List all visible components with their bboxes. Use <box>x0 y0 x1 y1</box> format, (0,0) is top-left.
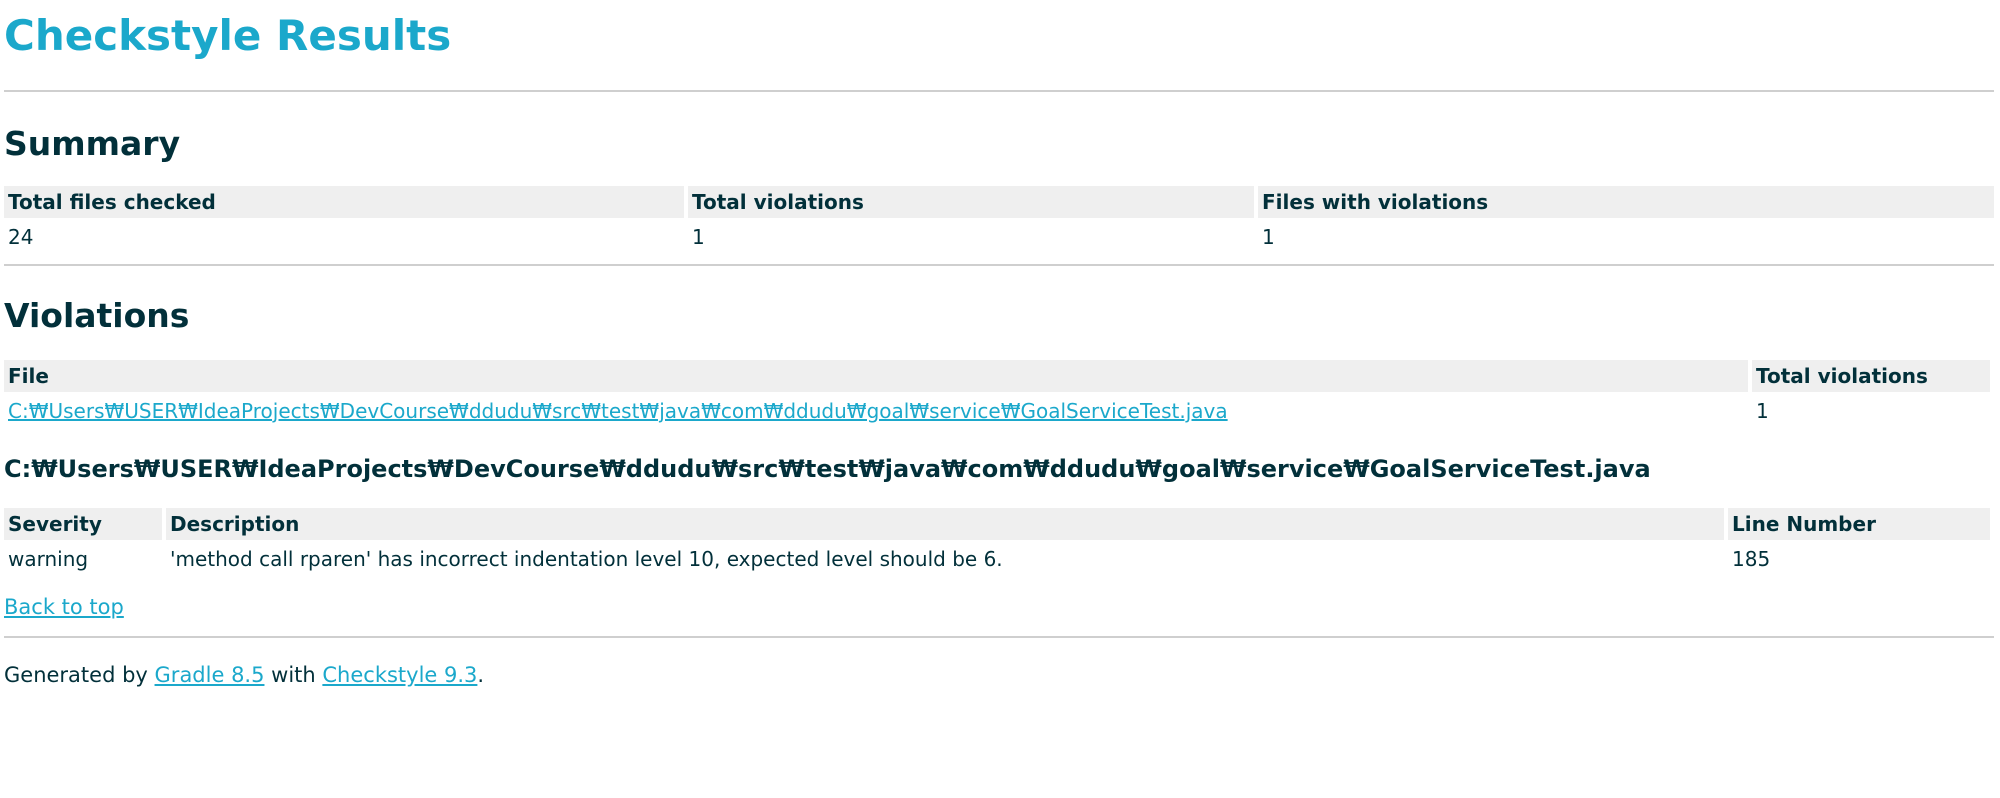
violations-header-row: File Total violations <box>4 360 1990 392</box>
back-to-top-link[interactable]: Back to top <box>4 592 1996 622</box>
line-number-cell: 185 <box>1732 547 1771 571</box>
summary-header-files-with-violations: Files with violations <box>1258 186 1994 218</box>
summary-header-row: Total files checked Total violations Fil… <box>4 186 1994 218</box>
checkstyle-link[interactable]: Checkstyle 9.3 <box>322 663 477 687</box>
file-detail-heading: C:₩Users₩USER₩IdeaProjects₩DevCourse₩ddu… <box>4 455 1651 483</box>
report-page: Checkstyle Results Summary Total files c… <box>0 0 2000 798</box>
divider <box>4 636 1994 638</box>
violations-header-file: File <box>4 360 1748 392</box>
file-detail-table: Severity Description Line Number warning… <box>0 506 1994 578</box>
footer-middle: with <box>264 663 323 687</box>
description-cell: 'method call rparen' has incorrect inden… <box>170 547 1003 571</box>
divider <box>4 90 1994 92</box>
file-link[interactable]: C:₩Users₩USER₩IdeaProjects₩DevCourse₩ddu… <box>8 399 1228 423</box>
detail-header-line-number: Line Number <box>1728 508 1990 540</box>
page-title: Checkstyle Results <box>4 11 452 60</box>
table-row: warning 'method call rparen' has incorre… <box>4 542 1990 576</box>
summary-total-files-value: 24 <box>8 225 34 249</box>
footer: Generated by Gradle 8.5 with Checkstyle … <box>4 660 1996 690</box>
footer-suffix: . <box>477 663 485 687</box>
detail-header-description: Description <box>166 508 1724 540</box>
file-cell: C:₩Users₩USER₩IdeaProjects₩DevCourse₩ddu… <box>4 394 1748 428</box>
gradle-link[interactable]: Gradle 8.5 <box>155 663 265 687</box>
summary-header-total-violations: Total violations <box>688 186 1254 218</box>
divider <box>4 264 1994 266</box>
severity-cell: warning <box>8 547 89 571</box>
violations-heading: Violations <box>4 296 190 335</box>
summary-files-with-violations-value: 1 <box>1262 225 1275 249</box>
summary-total-violations-value: 1 <box>692 225 705 249</box>
summary-row: 24 1 1 <box>4 220 1994 254</box>
footer-prefix: Generated by <box>4 663 155 687</box>
summary-table: Total files checked Total violations Fil… <box>0 184 1998 256</box>
violations-table: File Total violations C:₩Users₩USER₩Idea… <box>0 358 1994 430</box>
summary-header-total-files: Total files checked <box>4 186 684 218</box>
detail-header-severity: Severity <box>4 508 162 540</box>
file-total-violations: 1 <box>1756 399 1769 423</box>
violations-header-total: Total violations <box>1752 360 1990 392</box>
detail-header-row: Severity Description Line Number <box>4 508 1990 540</box>
table-row: C:₩Users₩USER₩IdeaProjects₩DevCourse₩ddu… <box>4 394 1990 428</box>
summary-heading: Summary <box>4 124 181 163</box>
